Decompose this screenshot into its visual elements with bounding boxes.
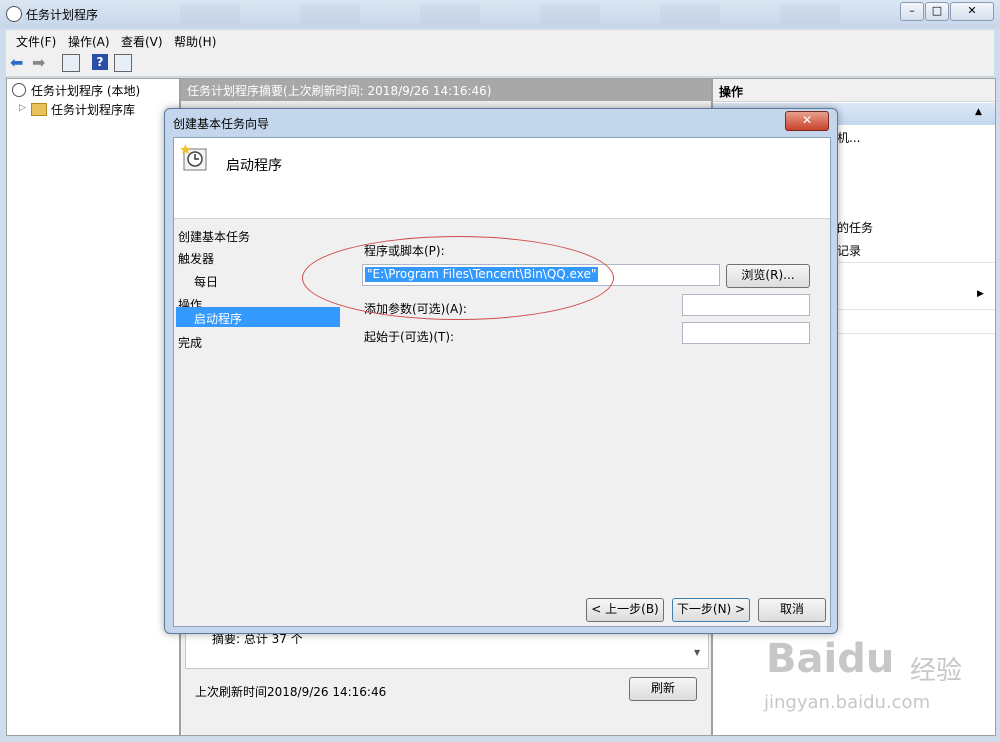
step-start-program: 启动程序: [194, 312, 243, 326]
minimize-button[interactable]: –: [900, 2, 924, 21]
watermark-jingyan: 经验: [910, 656, 963, 686]
toolbar: ⬅ ➡ ?: [6, 50, 994, 77]
back-arrow-icon[interactable]: ⬅: [10, 54, 28, 72]
create-basic-task-dialog: 创建基本任务向导 ✕ 启动程序 创建基本任务 触发器 每日 操作 启动程序 完成…: [164, 108, 838, 634]
dialog-heading: 启动程序: [226, 158, 282, 174]
clock-icon: [12, 83, 26, 97]
next-button[interactable]: 下一步(N) >: [672, 598, 750, 622]
dialog-body: 启动程序 创建基本任务 触发器 每日 操作 启动程序 完成 程序或脚本(P): …: [173, 137, 831, 627]
start-in-label: 起始于(可选)(T):: [364, 330, 455, 344]
start-in-input[interactable]: [682, 322, 810, 344]
step-create-task: 创建基本任务: [178, 230, 251, 244]
actions-header: 操作: [713, 79, 995, 102]
navigation-tree: 任务计划程序 (本地) ▷ 任务计划程序库: [6, 78, 180, 736]
title-bar: 任务计划程序 – □ ✕: [0, 0, 1000, 28]
help-icon[interactable]: ?: [92, 54, 108, 70]
dialog-header: 启动程序: [174, 138, 830, 219]
last-refresh-text: 上次刷新时间2018/9/26 14:16:46: [195, 685, 387, 699]
baidu-watermark: Baidu 经验 jingyan.baidu.com: [760, 630, 990, 730]
browse-button[interactable]: 浏览(R)...: [726, 264, 810, 288]
summary-title: 任务计划程序摘要(上次刷新时间: 2018/9/26 14:16:46): [187, 84, 492, 98]
folder-icon: [31, 103, 47, 116]
close-button[interactable]: ✕: [950, 2, 994, 21]
action-item-3[interactable]: 记录: [837, 242, 861, 259]
action-item-2[interactable]: 的任务: [837, 219, 873, 236]
menu-bar: 文件(F) 操作(A) 查看(V) 帮助(H): [6, 30, 994, 50]
step-daily: 每日: [194, 275, 219, 289]
submenu-arrow-icon[interactable]: ▶: [977, 289, 984, 299]
app-clock-icon: [6, 6, 22, 22]
dialog-title: 创建基本任务向导: [173, 117, 270, 131]
scroll-down-icon[interactable]: ▼: [694, 648, 700, 657]
watermark-url: jingyan.baidu.com: [764, 692, 931, 713]
dialog-close-button[interactable]: ✕: [785, 111, 829, 131]
red-annotation-ellipse: [302, 236, 614, 320]
menu-action[interactable]: 操作(A): [68, 33, 110, 50]
watermark-brand: Baidu: [766, 636, 895, 682]
cancel-button[interactable]: 取消: [758, 598, 826, 622]
collapse-arrow-icon[interactable]: ▲: [975, 107, 982, 117]
center-header: 任务计划程序摘要(上次刷新时间: 2018/9/26 14:16:46): [181, 79, 711, 101]
actions-title: 操作: [719, 85, 744, 99]
window-title: 任务计划程序: [26, 8, 99, 22]
step-trigger: 触发器: [178, 252, 215, 266]
tree-library[interactable]: 任务计划程序库: [51, 101, 135, 118]
show-hide-tree-icon[interactable]: [62, 54, 80, 72]
menu-view[interactable]: 查看(V): [121, 33, 163, 50]
refresh-button[interactable]: 刷新: [629, 677, 697, 701]
menu-file[interactable]: 文件(F): [16, 33, 56, 50]
show-hide-action-pane-icon[interactable]: [114, 54, 132, 72]
args-input[interactable]: [682, 294, 810, 316]
step-finish: 完成: [178, 336, 203, 350]
forward-arrow-icon[interactable]: ➡: [32, 54, 50, 72]
back-button[interactable]: < 上一步(B): [586, 598, 664, 622]
background-taskbar-ghost: [120, 4, 880, 24]
expand-arrow-icon[interactable]: ▷: [19, 103, 26, 113]
maximize-button[interactable]: □: [925, 2, 949, 21]
task-wizard-icon: [180, 144, 208, 172]
menu-help[interactable]: 帮助(H): [174, 33, 216, 50]
action-item-1[interactable]: 机...: [837, 129, 860, 146]
tree-root[interactable]: 任务计划程序 (本地): [31, 82, 140, 99]
